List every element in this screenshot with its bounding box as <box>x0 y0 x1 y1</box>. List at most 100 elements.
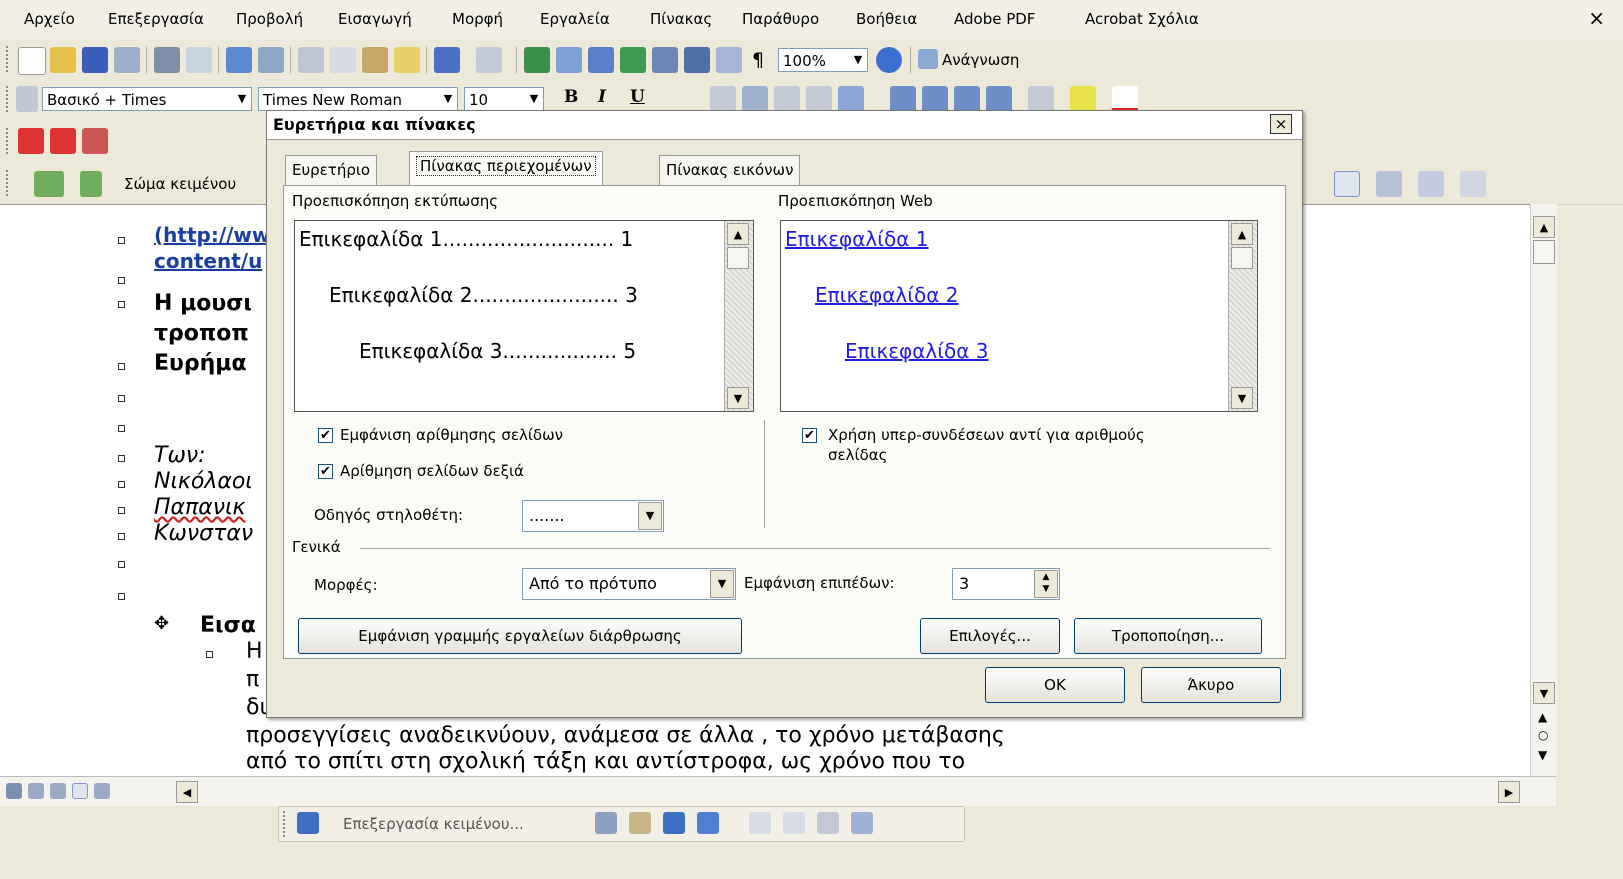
menu-adobe-pdf[interactable]: Adobe PDF <box>954 10 1035 28</box>
character-spacing-icon[interactable] <box>851 812 873 834</box>
dialog-title-bar[interactable]: Ευρετήρια και πίνακες × <box>267 111 1302 140</box>
help-icon[interactable] <box>876 47 902 73</box>
tab-table-of-contents[interactable]: Πίνακας περιεχομένων <box>409 151 603 185</box>
cancel-button[interactable]: Άκυρο <box>1141 667 1281 703</box>
spinner-arrows-icon[interactable]: ▲ ▼ <box>1034 570 1058 598</box>
increase-indent-icon[interactable] <box>986 86 1012 112</box>
close-document-icon[interactable]: × <box>1588 6 1605 30</box>
close-icon[interactable]: × <box>1270 114 1292 134</box>
font-combo[interactable]: Times New Roman ▼ <box>258 87 458 111</box>
browse-object-icon[interactable]: ○ <box>1538 728 1548 742</box>
print-icon[interactable] <box>154 47 180 73</box>
menu-help[interactable]: Βοήθεια <box>856 10 917 28</box>
zoom-combo[interactable]: 100% ▼ <box>778 48 868 72</box>
outline-view-icon[interactable] <box>72 783 88 799</box>
undo-icon[interactable] <box>434 47 460 73</box>
promote-icon[interactable] <box>80 171 102 197</box>
show-outlining-toolbar-button[interactable]: Εμφάνιση γραμμής εργαλείων διάρθρωσης <box>298 618 742 654</box>
formats-select[interactable]: Από το πρότυπο ▼ <box>522 568 736 600</box>
normal-view-icon[interactable] <box>6 783 22 799</box>
menu-tools[interactable]: Εργαλεία <box>540 10 610 28</box>
collapse-heading-icon[interactable]: ✥ <box>154 613 169 634</box>
toolbar-grip[interactable] <box>6 128 11 154</box>
web-preview-scrollbar[interactable]: ▲ ▼ <box>1228 221 1257 411</box>
copy-icon[interactable] <box>330 47 356 73</box>
edit-image-icon[interactable] <box>697 812 719 834</box>
highlight-icon[interactable] <box>1070 86 1096 112</box>
menu-format[interactable]: Μορφή <box>452 10 503 28</box>
reading-view-icon[interactable] <box>1460 171 1486 197</box>
borders-icon[interactable] <box>1028 86 1054 112</box>
reading-layout-icon[interactable] <box>918 49 938 69</box>
paste-icon[interactable] <box>362 47 388 73</box>
previous-page-icon[interactable]: ▲ <box>1538 710 1547 724</box>
tables-borders-icon[interactable] <box>556 47 582 73</box>
alignment-icon[interactable] <box>817 812 839 834</box>
bold-button[interactable]: B <box>564 87 578 107</box>
outline-level[interactable]: Σώμα κειμένου <box>124 175 236 193</box>
show-levels-spinner[interactable]: 3 ▲ ▼ <box>952 568 1060 600</box>
toolbar-grip[interactable] <box>6 46 11 72</box>
reading-layout-button[interactable]: Ανάγνωση <box>942 51 1019 69</box>
web-preview-link-1[interactable]: Επικεφαλίδα 1 <box>785 227 929 251</box>
scroll-down-icon[interactable]: ▼ <box>1231 387 1253 409</box>
toolbar-grip[interactable] <box>6 86 11 112</box>
change-case-icon[interactable] <box>749 812 771 834</box>
wordart-icon[interactable] <box>663 812 685 834</box>
align-right-icon[interactable] <box>774 86 800 112</box>
document-map-icon[interactable] <box>716 47 742 73</box>
scroll-up-icon[interactable]: ▲ <box>1231 223 1253 245</box>
menu-file[interactable]: Αρχείο <box>24 10 75 28</box>
print-layout-view-icon[interactable] <box>50 783 66 799</box>
bullets-icon[interactable] <box>922 86 948 112</box>
show-hide-icon[interactable]: ¶ <box>752 49 764 71</box>
scroll-down-icon[interactable]: ▼ <box>1533 682 1555 704</box>
underline-button[interactable]: U <box>630 87 645 107</box>
use-hyperlinks-checkbox[interactable]: ✔ <box>802 428 817 443</box>
document-link[interactable]: (http://ww <box>154 223 270 247</box>
reading-view-icon[interactable] <box>94 783 110 799</box>
toolbar-grip[interactable] <box>6 170 11 196</box>
convert-and-review-icon[interactable] <box>82 128 108 154</box>
show-page-numbers-checkbox[interactable]: ✔ <box>318 428 333 443</box>
menu-view[interactable]: Προβολή <box>236 10 303 28</box>
link-text-box-icon[interactable] <box>595 812 617 834</box>
scroll-thumb[interactable] <box>1533 240 1555 264</box>
align-left-icon[interactable] <box>710 86 736 112</box>
convert-and-email-icon[interactable] <box>50 128 76 154</box>
web-preview-link-3[interactable]: Επικεφαλίδα 3 <box>845 339 989 363</box>
right-align-page-numbers-checkbox[interactable]: ✔ <box>318 464 333 479</box>
decrease-indent-icon[interactable] <box>954 86 980 112</box>
scroll-left-icon[interactable]: ◀ <box>176 781 198 803</box>
print-preview-box[interactable]: Επικεφαλίδα 1...........................… <box>294 220 754 412</box>
align-center-icon[interactable] <box>742 86 768 112</box>
scroll-thumb[interactable] <box>1231 247 1253 269</box>
text-box-icon[interactable] <box>297 812 319 834</box>
insert-table-icon[interactable] <box>588 47 614 73</box>
menu-edit[interactable]: Επεξεργασία <box>108 10 204 28</box>
style-combo[interactable]: Βασικό + Times ▼ <box>42 87 252 111</box>
spelling-icon[interactable] <box>226 47 252 73</box>
font-color-icon[interactable] <box>1112 86 1138 112</box>
redo-icon[interactable] <box>476 47 502 73</box>
convert-to-pdf-icon[interactable] <box>18 128 44 154</box>
insert-excel-icon[interactable] <box>620 47 646 73</box>
menu-window[interactable]: Παράθυρο <box>742 10 819 28</box>
menu-table[interactable]: Πίνακας <box>650 10 712 28</box>
scroll-right-icon[interactable]: ▶ <box>1498 781 1520 803</box>
tab-index[interactable]: Ευρετήριο <box>285 155 378 185</box>
line-spacing-icon[interactable] <box>838 86 864 112</box>
toolbar-grip[interactable] <box>283 811 288 837</box>
research-icon[interactable] <box>258 47 284 73</box>
numbering-icon[interactable] <box>890 86 916 112</box>
modify-button[interactable]: Τροποποίηση... <box>1074 618 1262 654</box>
document-link[interactable]: content/u <box>154 249 262 273</box>
vertical-text-icon[interactable] <box>783 812 805 834</box>
styles-formatting-icon[interactable] <box>16 86 38 112</box>
print-preview-icon[interactable] <box>186 47 212 73</box>
font-size-combo[interactable]: 10 ▼ <box>464 87 544 111</box>
scroll-thumb[interactable] <box>727 247 749 269</box>
new-document-icon[interactable] <box>18 47 46 75</box>
open-folder-icon[interactable] <box>50 47 76 73</box>
tab-leader-select[interactable]: ....... ▼ <box>522 500 664 532</box>
